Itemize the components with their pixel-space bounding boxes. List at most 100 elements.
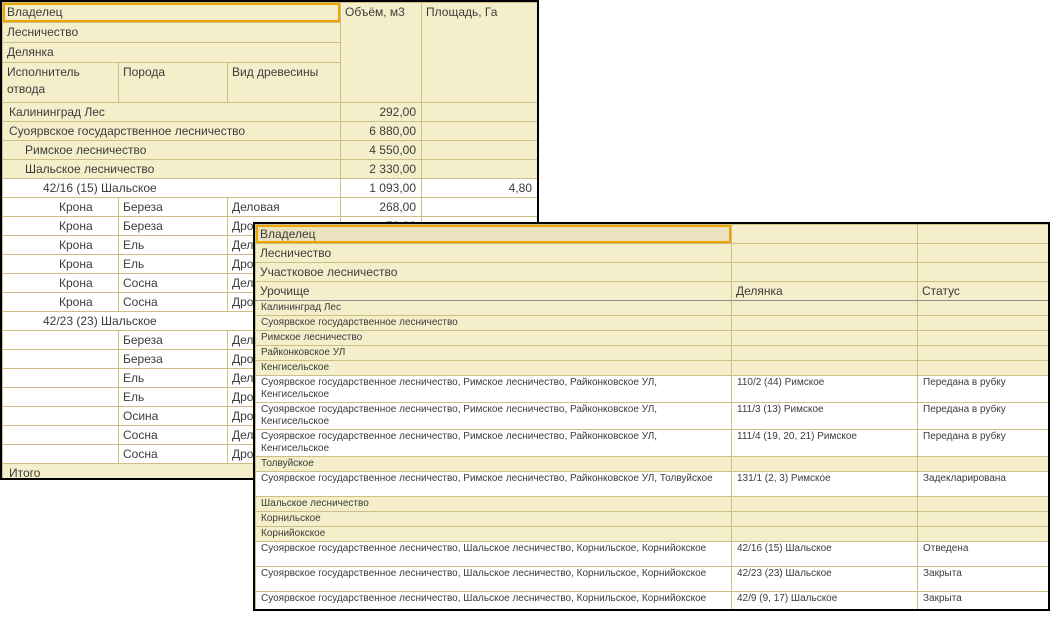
cell-label[interactable]: Римское лесничество (3, 141, 341, 160)
header-cell-empty[interactable] (732, 244, 918, 263)
cell-group-label[interactable]: Шальское лесничество (256, 497, 732, 512)
cell-species[interactable]: Ель (119, 255, 228, 274)
cell-group-label[interactable]: Римское лесничество (256, 331, 732, 346)
cell-plot[interactable]: 42/9 (9, 17) Шальское (732, 592, 918, 612)
cell-status[interactable]: Передана в рубку (918, 430, 1049, 457)
cell-status[interactable] (918, 316, 1049, 331)
header-cell-tract[interactable]: Урочище (256, 282, 732, 301)
cell-species[interactable]: Сосна (119, 274, 228, 293)
cell-status[interactable] (918, 497, 1049, 512)
cell-executor[interactable]: Крона (3, 217, 119, 236)
cell-area[interactable]: 4,80 (422, 179, 538, 198)
header-cell-empty[interactable] (732, 225, 918, 244)
cell-status[interactable]: Закрыта (918, 592, 1049, 612)
cell-species[interactable]: Ель (119, 388, 228, 407)
cell-executor[interactable] (3, 407, 119, 426)
cell-status[interactable]: Передана в рубку (918, 403, 1049, 430)
header-cell-forestry[interactable]: Лесничество (256, 244, 732, 263)
cell-plot[interactable] (732, 512, 918, 527)
cell-group-label[interactable]: Суоярвское государственное лесничество (256, 316, 732, 331)
header-cell-volume[interactable]: Объём, м3 (341, 3, 422, 103)
cell-plot[interactable]: 42/16 (15) Шальское (732, 542, 918, 567)
cell-species[interactable]: Осина (119, 407, 228, 426)
cell-plot[interactable] (732, 301, 918, 316)
cell-label[interactable]: Шальское лесничество (3, 160, 341, 179)
cell-group-label[interactable]: Корнильское (256, 512, 732, 527)
cell-group-label[interactable]: Кенгисельское (256, 361, 732, 376)
cell-path[interactable]: Суоярвское государственное лесничество, … (256, 592, 732, 612)
header-cell-forestry[interactable]: Лесничество (3, 23, 341, 43)
cell-label[interactable]: Суоярвское государственное лесничество (3, 122, 341, 141)
cell-group-label[interactable]: Корнийокское (256, 527, 732, 542)
cell-path[interactable]: Суоярвское государственное лесничество, … (256, 567, 732, 592)
cell-plot[interactable] (732, 331, 918, 346)
cell-area[interactable] (422, 160, 538, 179)
cell-species[interactable]: Сосна (119, 293, 228, 312)
cell-area[interactable] (422, 122, 538, 141)
header-cell-wood-kind[interactable]: Вид древесины (228, 63, 341, 103)
cell-area[interactable] (422, 141, 538, 160)
header-cell-plot[interactable]: Делянка (3, 43, 341, 63)
cell-path[interactable]: Суоярвское государственное лесничество, … (256, 403, 732, 430)
cell-group-label[interactable]: Толвуйское (256, 457, 732, 472)
cell-plot[interactable] (732, 497, 918, 512)
cell-status[interactable]: Задекларирована (918, 472, 1049, 497)
cell-volume[interactable]: 6 880,00 (341, 122, 422, 141)
cell-path[interactable]: Суоярвское государственное лесничество, … (256, 376, 732, 403)
cell-executor[interactable] (3, 445, 119, 464)
cell-species[interactable]: Береза (119, 198, 228, 217)
cell-species[interactable]: Береза (119, 350, 228, 369)
cell-status[interactable] (918, 527, 1049, 542)
header-cell-owner[interactable]: Владелец (256, 225, 732, 244)
cell-species[interactable]: Ель (119, 369, 228, 388)
cell-executor[interactable]: Крона (3, 293, 119, 312)
header-cell-empty[interactable] (918, 263, 1049, 282)
header-cell-empty[interactable] (918, 225, 1049, 244)
cell-plot[interactable] (732, 527, 918, 542)
cell-group-label[interactable]: Райконковское УЛ (256, 346, 732, 361)
header-cell-area[interactable]: Площадь, Га (422, 3, 538, 103)
cell-executor[interactable] (3, 331, 119, 350)
cell-species[interactable]: Сосна (119, 445, 228, 464)
cell-status[interactable]: Передана в рубку (918, 376, 1049, 403)
cell-path[interactable]: Суоярвское государственное лесничество, … (256, 430, 732, 457)
cell-executor[interactable] (3, 426, 119, 445)
cell-status[interactable]: Отведена (918, 542, 1049, 567)
cell-executor[interactable] (3, 388, 119, 407)
cell-volume[interactable]: 1 093,00 (341, 179, 422, 198)
cell-volume[interactable]: 2 330,00 (341, 160, 422, 179)
cell-plot[interactable] (732, 361, 918, 376)
cell-status[interactable] (918, 331, 1049, 346)
cell-group-label[interactable]: Калининград Лес (256, 301, 732, 316)
header-cell-empty[interactable] (918, 244, 1049, 263)
cell-executor[interactable]: Крона (3, 255, 119, 274)
cell-wood-kind[interactable]: Деловая (228, 198, 341, 217)
cell-executor[interactable]: Крона (3, 236, 119, 255)
cell-volume[interactable]: 292,00 (341, 103, 422, 122)
cell-plot[interactable] (732, 346, 918, 361)
header-cell-executor[interactable]: Исполнитель отвода (3, 63, 119, 103)
cell-executor[interactable] (3, 350, 119, 369)
cell-plot[interactable]: 111/3 (13) Римское (732, 403, 918, 430)
cell-volume[interactable]: 4 550,00 (341, 141, 422, 160)
cell-path[interactable]: Суоярвское государственное лесничество, … (256, 472, 732, 497)
cell-area[interactable] (422, 103, 538, 122)
cell-plot[interactable]: 131/1 (2, 3) Римское (732, 472, 918, 497)
cell-plot[interactable]: 111/4 (19, 20, 21) Римское (732, 430, 918, 457)
cell-species[interactable]: Береза (119, 331, 228, 350)
header-cell-species[interactable]: Порода (119, 63, 228, 103)
cell-executor[interactable]: Крона (3, 198, 119, 217)
cell-volume[interactable]: 268,00 (341, 198, 422, 217)
cell-plot[interactable]: 42/23 (23) Шальское (732, 567, 918, 592)
header-cell-plot[interactable]: Делянка (732, 282, 918, 301)
cell-status[interactable]: Закрыта (918, 567, 1049, 592)
cell-executor[interactable]: Крона (3, 274, 119, 293)
cell-status[interactable] (918, 361, 1049, 376)
cell-species[interactable]: Сосна (119, 426, 228, 445)
cell-label[interactable]: 42/16 (15) Шальское (3, 179, 341, 198)
header-cell-empty[interactable] (732, 263, 918, 282)
cell-status[interactable] (918, 301, 1049, 316)
cell-executor[interactable] (3, 369, 119, 388)
header-cell-status[interactable]: Статус (918, 282, 1049, 301)
cell-status[interactable] (918, 457, 1049, 472)
